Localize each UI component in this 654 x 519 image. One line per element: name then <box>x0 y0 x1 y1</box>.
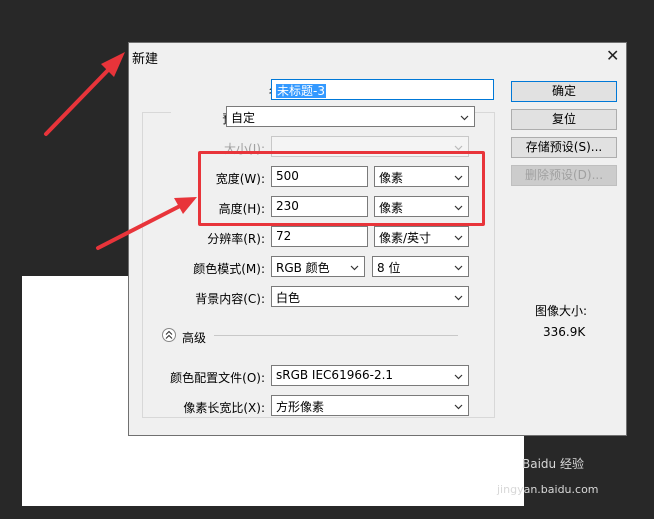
annotation-arrows <box>44 52 197 250</box>
arrow-icon <box>96 197 197 250</box>
watermark-brand: Baidu 经验 <box>522 457 584 471</box>
watermark-url: jingyan.baidu.com <box>497 483 599 496</box>
arrow-icon <box>44 52 125 136</box>
